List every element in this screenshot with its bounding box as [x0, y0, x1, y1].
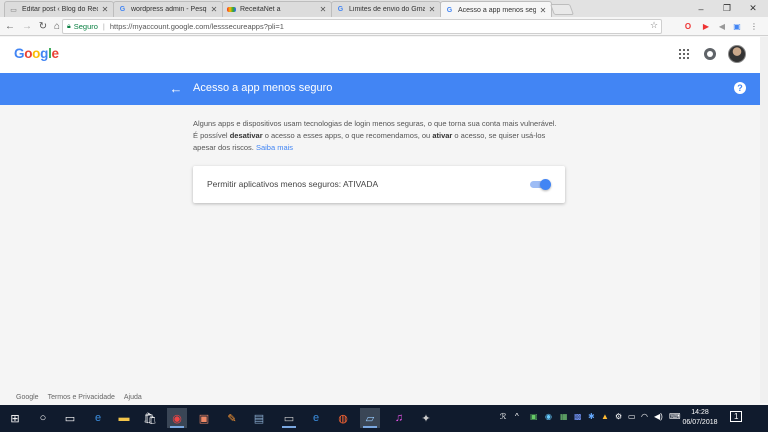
task-view-icon[interactable]: ▭ [60, 408, 80, 428]
less-secure-apps-toggle[interactable] [530, 179, 552, 190]
tab-title: ReceitaNet a [240, 6, 281, 13]
logo-letters: Google [14, 46, 59, 61]
separator: | [102, 22, 105, 31]
store-icon[interactable]: 🛍︎ [140, 408, 160, 428]
page-header-bar [0, 73, 768, 105]
keyboard-icon[interactable]: ⌨ [669, 412, 681, 421]
google-g-icon: G [337, 6, 344, 13]
firefox-icon[interactable]: ◍ [333, 408, 353, 428]
google-header [0, 37, 768, 73]
tab-editar-post[interactable]: ▭ Editar post ‹ Blog do Rec ✕ [4, 1, 114, 17]
lock-icon: 🔒︎ [67, 22, 71, 30]
apps-grid-icon[interactable] [679, 49, 689, 59]
taskbar-clock[interactable]: 14:28 06/07/2018 [680, 408, 720, 428]
footer-link-google[interactable]: Google [16, 394, 39, 401]
tray-app-icon[interactable]: ▩ [574, 412, 582, 421]
avatar[interactable] [728, 45, 746, 63]
wifi-icon[interactable]: ◠ [641, 412, 648, 421]
address-bar[interactable]: 🔒︎ Seguro | https://myaccount.google.com… [62, 19, 662, 34]
tab-receitanet[interactable]: ReceitaNet a ✕ [222, 1, 332, 17]
chrome-icon[interactable]: ◉ [167, 408, 187, 428]
google-g-icon: G [446, 6, 453, 14]
tray-app-icon[interactable]: ▲ [601, 412, 609, 421]
setting-label: Permitir aplicativos menos seguros: ATIV… [207, 179, 379, 189]
edge-icon[interactable]: e [88, 408, 108, 428]
notification-center-icon[interactable]: 1 [730, 411, 743, 422]
notepad-icon[interactable]: ▱ [360, 408, 380, 428]
tray-app-icon[interactable]: ◉ [545, 412, 552, 421]
itunes-icon[interactable]: ♫ [389, 408, 409, 428]
tab-acesso-app[interactable]: G Acesso a app menos segu ✕ [440, 1, 552, 18]
search-icon[interactable]: ○ [33, 408, 53, 428]
footer-link-help[interactable]: Ajuda [124, 394, 142, 401]
tray-app-icon[interactable]: ▦ [560, 412, 568, 421]
app-icon[interactable]: ▤ [249, 408, 269, 428]
logo-letter: o [32, 46, 41, 61]
close-icon[interactable]: ✕ [428, 5, 436, 14]
ie-icon[interactable]: e [306, 408, 326, 428]
setting-card: Permitir aplicativos menos seguros: ATIV… [193, 166, 565, 203]
reload-icon[interactable]: ↻ [36, 19, 50, 33]
sound-icon[interactable]: ◀ [716, 20, 728, 32]
back-arrow-icon[interactable]: ← [168, 80, 184, 96]
back-icon[interactable]: ← [3, 19, 17, 33]
chevron-up-icon[interactable]: ^ [515, 412, 519, 421]
restore-icon[interactable]: ❐ [714, 0, 740, 17]
logo-letter: G [14, 46, 25, 61]
secure-label: Seguro [73, 22, 98, 31]
volume-icon[interactable]: ◀) [654, 412, 663, 421]
tab-limites-envio[interactable]: G Limites de envio do Gma ✕ [331, 1, 441, 17]
tray-app-icon[interactable]: ⚙ [615, 412, 622, 421]
bookmark-star-icon[interactable]: ☆ [650, 20, 658, 31]
clock-time: 14:28 [691, 409, 709, 416]
windows-start-icon[interactable]: ⊞ [5, 408, 25, 428]
url-text: https://myaccount.google.com/lesssecurea… [109, 22, 284, 31]
footer-link-terms[interactable]: Termos e Privacidade [48, 394, 115, 401]
close-icon[interactable]: ✕ [539, 6, 547, 15]
battery-icon[interactable]: ▭ [628, 412, 636, 421]
help-icon[interactable]: ? [734, 82, 746, 94]
tool-icon[interactable]: ✦ [416, 408, 436, 428]
clock-date: 06/07/2018 [682, 419, 718, 426]
document-icon: ▭ [10, 6, 17, 14]
bluetooth-icon[interactable]: ✱ [588, 412, 595, 421]
forward-icon[interactable]: → [20, 19, 34, 33]
close-icon[interactable]: ✕ [101, 5, 109, 14]
tab-title: Acesso a app menos segu [458, 6, 536, 14]
people-icon[interactable]: ℛ [500, 412, 506, 421]
close-icon[interactable]: ✕ [319, 5, 327, 14]
app-icon[interactable]: ▣ [194, 408, 214, 428]
youtube-icon[interactable]: ▶ [700, 20, 712, 32]
google-logo[interactable]: Google [14, 46, 59, 61]
description-text: Alguns apps e dispositivos usam tecnolog… [193, 119, 557, 152]
opera-icon[interactable]: O [682, 20, 694, 32]
learn-more-link[interactable]: Saiba mais [256, 143, 293, 152]
tab-wordpress-admin[interactable]: G wordpress admin - Pesqu ✕ [113, 1, 223, 17]
logo-letter: e [51, 46, 60, 61]
minimize-icon[interactable]: – [688, 0, 714, 17]
terminal-icon[interactable]: ▭ [279, 408, 299, 428]
tab-title: Limites de envio do Gma [349, 6, 425, 13]
logo-letter: o [24, 46, 33, 61]
close-icon[interactable]: ✕ [210, 5, 218, 14]
close-window-icon[interactable]: ✕ [740, 0, 766, 17]
file-explorer-icon[interactable]: ▬ [114, 408, 134, 428]
rainbow-icon [227, 7, 236, 12]
menu-dots-icon[interactable]: ⋮ [748, 20, 760, 32]
new-tab-button[interactable] [549, 4, 575, 15]
footer: Google Termos e Privacidade Ajuda [16, 394, 142, 401]
google-g-icon: G [119, 6, 126, 13]
scrollbar[interactable] [760, 37, 768, 403]
tab-title: Editar post ‹ Blog do Rec [22, 6, 98, 13]
notification-badge: 1 [734, 412, 739, 421]
paint-icon[interactable]: ✎ [222, 408, 242, 428]
extension-icon[interactable]: ▣ [731, 20, 743, 32]
logo-letter: g [40, 46, 49, 61]
tray-app-icon[interactable]: ▣ [530, 412, 538, 421]
notifications-icon[interactable] [704, 48, 716, 60]
tab-title: wordpress admin - Pesqu [131, 6, 207, 13]
page-title: Acesso a app menos seguro [193, 82, 333, 94]
